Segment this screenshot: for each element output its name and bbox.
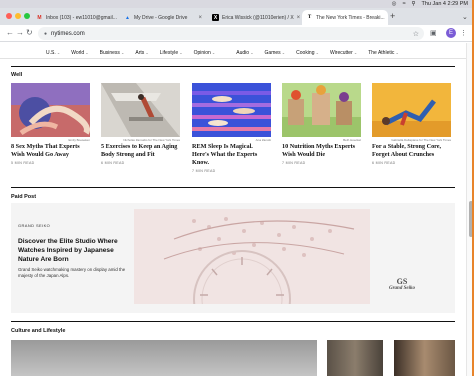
nav-item-wirecutter[interactable]: Wirecutter [330,50,357,56]
maximize-window-button[interactable] [24,13,30,19]
logo-mark: GS [396,277,408,286]
close-tab-icon[interactable]: × [198,15,202,21]
url-text: nytimes.com [51,30,85,37]
read-time: 7 MIN READ [282,161,306,165]
gmail-icon: M [37,14,42,21]
nav-item-games[interactable]: Games [265,50,286,56]
section-divider [11,66,455,67]
read-time: 6 MIN READ [372,161,396,165]
article-image[interactable] [192,83,271,137]
read-time: 7 MIN READ [192,169,216,173]
article-headline[interactable]: For a Stable, Strong Core, Forget About … [372,143,451,159]
well-card[interactable]: Ana Zanotti REM Sleep Is Magical. Here's… [192,83,271,173]
tab-google-drive[interactable]: ▲ My Drive - Google Drive × [120,10,206,25]
google-drive-icon: ▲ [125,14,130,21]
sponsor-name: GRAND SEIKO [18,223,51,228]
nav-item-audio[interactable]: Audio [236,50,253,56]
section-title-culture-lifestyle[interactable]: Culture and Lifestyle [11,328,65,334]
tab-title: Erica Wissick (@11010erien) / X [222,14,294,21]
article-headline[interactable]: REM Sleep Is Magical. Here's What the Ex… [192,143,271,167]
browser-menu-icon[interactable]: ⋮ [460,29,467,37]
nav-item-the-athletic[interactable]: The Athletic [368,50,399,56]
paid-post-image[interactable] [134,209,370,304]
nav-item-cooking[interactable]: Cooking [296,50,319,56]
tab-nytimes[interactable]: T The New York Times - Breaki... × [302,10,388,25]
article-image[interactable] [327,340,383,376]
tab-title: My Drive - Google Drive [134,14,188,21]
minimize-window-button[interactable] [15,13,21,19]
forward-arrow-icon[interactable]: → [16,28,24,38]
article-image[interactable] [101,83,180,137]
side-panel-icon[interactable]: ▣ [430,29,437,37]
close-window-button[interactable] [6,13,12,19]
tab-gmail[interactable]: M Inbox (103) - ew11010@gmail... × [32,10,118,25]
menubar-clock[interactable]: Thu Jan 4 2:29 PM [422,0,468,8]
article-headline[interactable]: 10 Nutrition Myths Experts Wish Would Di… [282,143,361,159]
search-spotlight-icon[interactable]: ⚲ [411,0,415,8]
well-card[interactable]: Gabriella Dellapiane for The New York Ti… [372,83,451,165]
os-menubar: ◎ ≈ ⚲ Thu Jan 4 2:29 PM [0,0,474,8]
window-controls [6,13,30,19]
bookmark-star-icon[interactable]: ☆ [413,30,419,38]
site-info-icon[interactable]: ● [44,31,47,37]
back-arrow-icon[interactable]: ← [6,28,14,38]
article-image[interactable] [11,340,317,376]
nav-item-us[interactable]: U.S. [46,50,60,56]
section-divider [11,321,455,322]
paid-post-card[interactable]: GRAND SEIKO Discover the Elite Studio Wh… [11,203,455,313]
well-card[interactable]: Nicholas Zamudio for The New York Times … [101,83,180,165]
well-card[interactable]: Emily Boeseken 8 Sex Myths That Experts … [11,83,90,165]
read-time: 6 MIN READ [101,161,125,165]
article-image[interactable] [282,83,361,137]
tab-title: Inbox (103) - ew11010@gmail... [46,14,117,21]
nav-item-business[interactable]: Business [100,50,125,56]
browser-tab-strip: M Inbox (103) - ew11010@gmail... × ▲ My … [0,8,474,25]
x-icon: X [212,14,219,21]
article-image[interactable] [394,340,455,376]
nav-item-lifestyle[interactable]: Lifestyle [160,50,183,56]
browser-toolbar: ← → ↻ ● nytimes.com ☆ ▣ E ⋮ [0,25,474,42]
paid-post-description: Grand Seiko watchmaking mastery on displ… [18,267,126,278]
logo-name: Grand Seiko [389,286,415,291]
paid-post-title[interactable]: Discover the Elite Studio Where Watches … [18,237,130,264]
profile-avatar[interactable]: E [446,28,456,38]
new-tab-button[interactable]: + [390,12,395,21]
grand-seiko-logo: GS Grand Seiko [389,277,415,291]
article-headline[interactable]: 8 Sex Myths That Experts Wish Would Go A… [11,143,90,159]
close-tab-icon[interactable]: × [297,15,300,21]
nav-item-opinion[interactable]: Opinion [194,50,216,56]
tab-search-chevron-icon[interactable]: ⌄ [462,13,468,21]
article-headline[interactable]: 5 Exercises to Keep an Aging Body Strong… [101,143,180,159]
well-card[interactable]: Beth Hoeckel 10 Nutrition Myths Experts … [282,83,361,165]
control-center-icon[interactable]: ◎ [392,0,397,8]
reload-icon[interactable]: ↻ [26,28,33,38]
tab-title: The New York Times - Breaki... [316,14,385,21]
section-divider [11,187,455,188]
article-image[interactable] [372,83,451,137]
nav-item-arts[interactable]: Arts [135,50,148,56]
nyt-icon: T [307,15,312,20]
nyt-section-nav: U.S. World Business Arts Lifestyle Opini… [0,47,466,59]
page-viewport: U.S. World Business Arts Lifestyle Opini… [0,43,466,376]
address-bar[interactable]: ● nytimes.com ☆ [38,27,424,40]
tab-x-profile[interactable]: X Erica Wissick (@11010erien) / X × [208,10,300,25]
section-title-well[interactable]: Well [11,72,22,78]
section-title-paid-post: Paid Post [11,194,37,200]
nav-item-world[interactable]: World [71,50,88,56]
read-time: 5 MIN READ [11,161,35,165]
article-image[interactable] [11,83,90,137]
wifi-icon[interactable]: ≈ [402,0,405,8]
